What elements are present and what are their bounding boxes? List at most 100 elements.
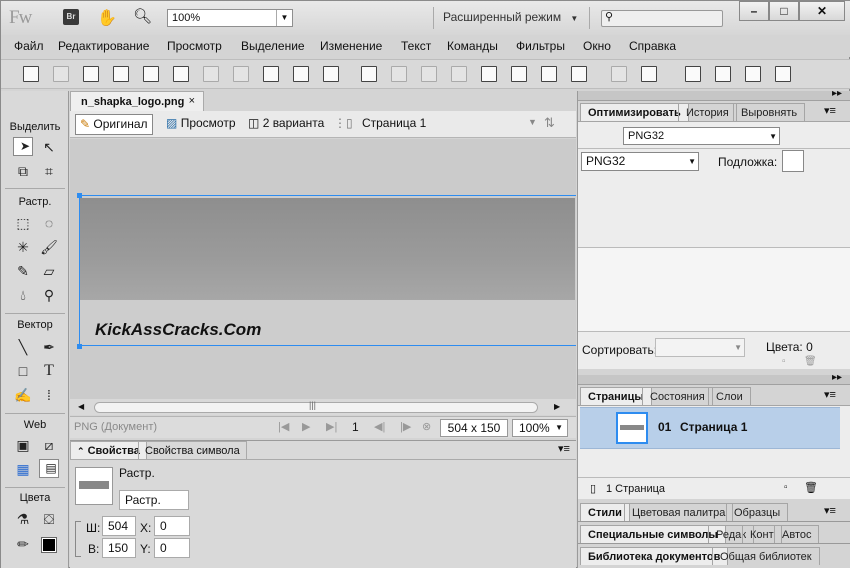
rubber-stamp-tool-icon[interactable]: ⚲ — [39, 285, 59, 305]
view-preview-button[interactable]: ▨ Просмотр — [162, 114, 240, 135]
panel-menu-icon[interactable]: ▾≡ — [558, 442, 570, 455]
y-field[interactable]: 0 — [154, 538, 190, 558]
selection-handle[interactable] — [77, 193, 82, 198]
blur-tool-icon[interactable]: 💧︎ — [13, 285, 33, 305]
menu-select[interactable]: Выделение — [241, 39, 305, 53]
artboard[interactable]: KickAssCracks.Com — [79, 195, 576, 346]
tab-color-palette[interactable]: Цветовая палитра — [624, 503, 734, 521]
stop-icon[interactable]: ⊗ — [422, 420, 431, 433]
slice-tool-icon[interactable]: ⧄ — [39, 435, 59, 455]
flip-vertical-icon[interactable] — [775, 66, 791, 82]
format-select[interactable]: PNG32 ▼ — [581, 152, 699, 171]
height-field[interactable]: 150 — [102, 538, 136, 558]
menu-filters[interactable]: Фильтры — [516, 39, 565, 53]
bring-front-icon[interactable] — [481, 66, 497, 82]
hide-slices-icon[interactable]: ▦ — [13, 459, 33, 479]
hand-icon[interactable]: ✋ — [97, 8, 117, 28]
menu-window[interactable]: Окно — [583, 39, 611, 53]
workspace-switcher[interactable]: Расширенный режим ▼ — [443, 10, 578, 24]
eraser-tool-icon[interactable]: ▱ — [39, 261, 59, 281]
prev-page-icon[interactable]: ◀| — [374, 420, 385, 433]
freeform-tool-icon[interactable]: ✍ — [13, 385, 33, 405]
scroll-right-icon[interactable]: ▶ — [554, 402, 560, 411]
sync-icon[interactable]: ⇅ — [544, 115, 555, 131]
close-button[interactable]: ✕ — [799, 1, 845, 21]
tab-common-library[interactable]: Общая библиотек — [712, 547, 820, 565]
open-icon[interactable] — [83, 66, 99, 82]
scroll-left-icon[interactable]: ◀ — [78, 402, 84, 411]
menu-edit[interactable]: Редактирование — [58, 39, 149, 53]
tab-special-characters[interactable]: Специальные символы — [580, 525, 726, 543]
new-page-icon[interactable]: ▫ — [784, 482, 788, 493]
marquee-tool-icon[interactable]: ⬚ — [13, 213, 33, 233]
bridge-button[interactable]: Br — [63, 9, 79, 25]
hotspot-tool-icon[interactable]: ▣ — [13, 435, 33, 455]
save-icon[interactable] — [53, 66, 69, 82]
view-original-button[interactable]: ✎ Оригинал — [75, 114, 153, 135]
pencil-tool-icon[interactable]: ✎ — [13, 261, 33, 281]
scale-tool-icon[interactable]: ⧉ — [13, 161, 33, 181]
sort-select[interactable]: ▼ — [655, 338, 745, 357]
page-row[interactable]: 01 Страница 1 — [580, 407, 840, 449]
zoom-dropdown[interactable]: 100% ▼ — [167, 9, 293, 27]
tab-auto-shapes[interactable]: Автос — [774, 525, 820, 543]
split-icon[interactable] — [451, 66, 467, 82]
copy-icon[interactable] — [293, 66, 309, 82]
redo-icon[interactable] — [233, 66, 249, 82]
rotate-right-icon[interactable] — [715, 66, 731, 82]
tab-styles[interactable]: Стили — [580, 503, 630, 521]
tab-symbol-properties[interactable]: Свойства символа — [138, 441, 247, 459]
selection-handle[interactable] — [77, 344, 82, 349]
menu-help[interactable]: Справка — [629, 39, 676, 53]
paste-icon[interactable] — [323, 66, 339, 82]
play-icon[interactable]: ▶ — [302, 420, 310, 433]
eyedropper-tool-icon[interactable]: ⚗ — [13, 509, 33, 529]
canvas-dimensions[interactable]: 504 x 150 — [440, 419, 508, 437]
export-icon[interactable] — [143, 66, 159, 82]
collapse-icon[interactable]: ▸▸ — [832, 88, 842, 99]
send-backward-icon[interactable] — [541, 66, 557, 82]
tab-history[interactable]: История — [678, 103, 737, 121]
maximize-button[interactable]: □ — [769, 1, 799, 21]
print-icon[interactable] — [173, 66, 189, 82]
rotate-left-icon[interactable] — [685, 66, 701, 82]
send-back-icon[interactable] — [571, 66, 587, 82]
subselection-tool-icon[interactable]: ↖ — [39, 137, 59, 157]
crop-tool-icon[interactable]: ⌗ — [39, 161, 59, 181]
pen-tool-icon[interactable]: ✒ — [39, 337, 59, 357]
text-tool-icon[interactable]: T — [39, 361, 59, 381]
tab-optimize[interactable]: Оптимизировать — [580, 103, 689, 121]
rectangle-tool-icon[interactable]: □ — [13, 361, 33, 381]
lasso-tool-icon[interactable]: ◌ — [39, 213, 59, 233]
flip-horizontal-icon[interactable] — [745, 66, 761, 82]
show-slices-icon[interactable]: ▤ — [39, 459, 59, 478]
panel-menu-icon[interactable]: ▾≡ — [824, 104, 836, 117]
join-icon[interactable] — [421, 66, 437, 82]
brush-tool-icon[interactable]: 🖌︎ — [39, 237, 59, 257]
minimize-button[interactable]: – — [739, 1, 769, 21]
last-frame-icon[interactable]: ▶| — [326, 420, 337, 433]
zoom-icon[interactable]: 🔍︎ — [133, 7, 152, 25]
collapse-icon[interactable]: ▸▸ — [832, 372, 842, 383]
menu-view[interactable]: Просмотр — [167, 39, 222, 53]
menu-commands[interactable]: Команды — [447, 39, 498, 53]
delete-color-icon[interactable]: 🗑︎ — [804, 356, 817, 367]
scrollbar-thumb[interactable]: ||| — [94, 400, 538, 413]
menu-file[interactable]: Файл — [14, 39, 44, 53]
close-tab-icon[interactable]: × — [189, 95, 195, 107]
tab-pages[interactable]: Страницы — [580, 387, 652, 405]
preset-select[interactable]: PNG32 ▼ — [623, 127, 780, 145]
panel-menu-icon[interactable]: ▾≡ — [824, 388, 836, 401]
canvas[interactable]: KickAssCracks.Com — [70, 139, 576, 399]
bring-forward-icon[interactable] — [511, 66, 527, 82]
lock-color-icon[interactable]: ▫ — [782, 356, 786, 367]
ungroup-icon[interactable] — [391, 66, 407, 82]
zoom-select[interactable]: 100% ▼ — [512, 419, 568, 437]
tab-swatches[interactable]: Образцы — [726, 503, 789, 521]
document-tab[interactable]: n_shapka_logo.png × — [70, 91, 204, 111]
paint-bucket-tool-icon[interactable]: ⛋ — [39, 509, 59, 529]
new-file-icon[interactable] — [23, 66, 39, 82]
line-tool-icon[interactable]: ╲ — [13, 337, 33, 357]
page-selector[interactable]: ⋮▯ Страница 1 — [330, 114, 430, 135]
import-icon[interactable] — [113, 66, 129, 82]
